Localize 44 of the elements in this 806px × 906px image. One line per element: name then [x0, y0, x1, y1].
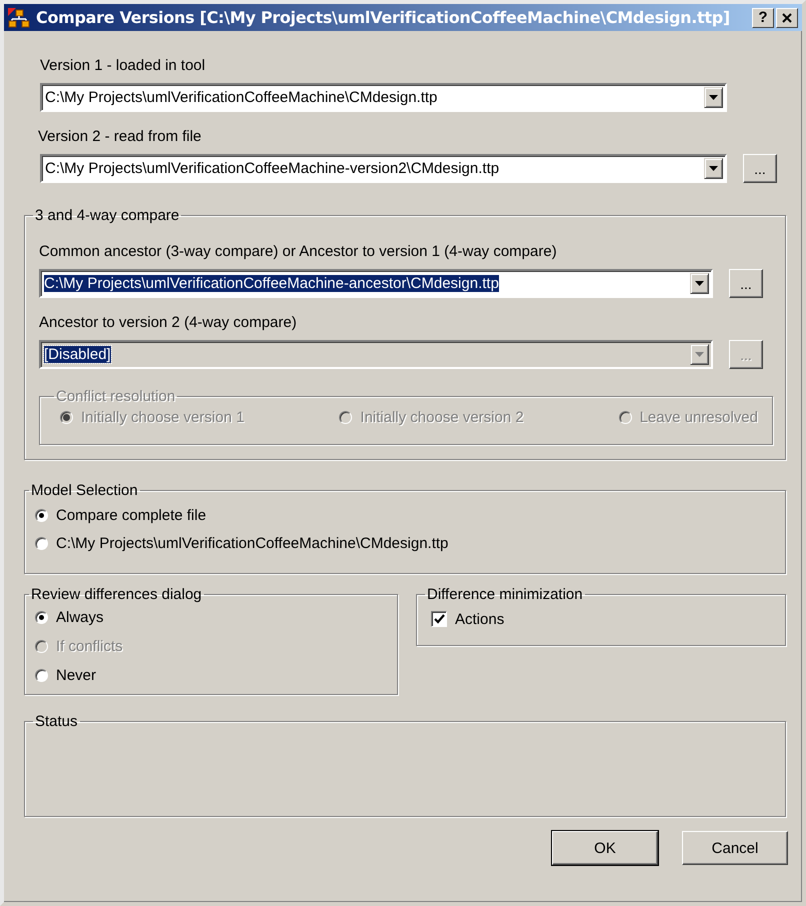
option-label: Actions — [455, 610, 504, 628]
checkmark-icon — [434, 614, 444, 624]
field-label: Version 2 - read from file — [38, 128, 202, 145]
close-icon — [782, 12, 792, 22]
close-button[interactable] — [776, 8, 798, 28]
dropdown-button[interactable] — [704, 158, 723, 179]
field-label: Common ancestor (3-way compare) or Ancestor to version 1 (4-way compare) — [39, 243, 557, 260]
checkbox[interactable] — [431, 611, 447, 627]
cancel-button[interactable]: Cancel — [682, 831, 788, 865]
window-title: Compare Versions [C:\My Projects\umlVerificationCoffeeMachine\CMdesign.ttp] — [36, 8, 730, 27]
option-label: C:\My Projects\umlVerificationCoffeeMachine\CMdesign.ttp — [56, 534, 448, 552]
radio-button[interactable] — [35, 669, 48, 682]
group-title: 3 and 4-way compare — [34, 207, 180, 224]
field-label: Ancestor to version 2 (4-way compare) — [39, 314, 297, 331]
option-label: Initially choose version 1 — [81, 409, 244, 426]
radio-button[interactable] — [35, 611, 48, 624]
group-title: Conflict resolution — [55, 388, 176, 405]
path-dropdown[interactable]: C:\My Projects\umlVerificationCoffeeMachine-version2\CMdesign.ttp — [40, 154, 727, 183]
option-label: Initially choose version 2 — [360, 409, 524, 426]
browse-button[interactable]: ... — [729, 269, 763, 298]
help-button[interactable]: ? — [752, 8, 774, 28]
hierarchy-icon — [8, 8, 30, 28]
option-label: Never — [56, 667, 96, 684]
field-label: Version 1 - loaded in tool — [40, 57, 206, 74]
radio-button[interactable] — [35, 536, 48, 550]
path-dropdown[interactable]: C:\My Projects\umlVerificationCoffeeMachine\CMdesign.ttp — [40, 83, 727, 112]
option-label: If conflicts — [56, 638, 123, 655]
group-title: Status — [34, 713, 79, 730]
group-title: Review differences dialog — [30, 586, 203, 603]
caret-icon — [709, 95, 718, 100]
path-dropdown[interactable]: C:\My Projects\umlVerificationCoffeeMachine-ancestor\CMdesign.ttp — [39, 269, 713, 298]
dropdown-button[interactable] — [690, 273, 709, 294]
caret-icon — [695, 281, 704, 286]
browse-button[interactable]: ... — [743, 154, 777, 183]
group-title: Model Selection — [30, 482, 139, 499]
group-title: Difference minimization — [426, 586, 584, 603]
option-label: Leave unresolved — [640, 409, 758, 426]
dropdown-button[interactable] — [704, 87, 723, 108]
caret-icon — [695, 352, 704, 357]
radio-button[interactable] — [35, 508, 48, 522]
ok-button[interactable]: OK — [552, 831, 658, 865]
option-label: Always — [56, 609, 104, 626]
caret-icon — [709, 166, 718, 171]
option-label: Compare complete file — [56, 506, 206, 524]
